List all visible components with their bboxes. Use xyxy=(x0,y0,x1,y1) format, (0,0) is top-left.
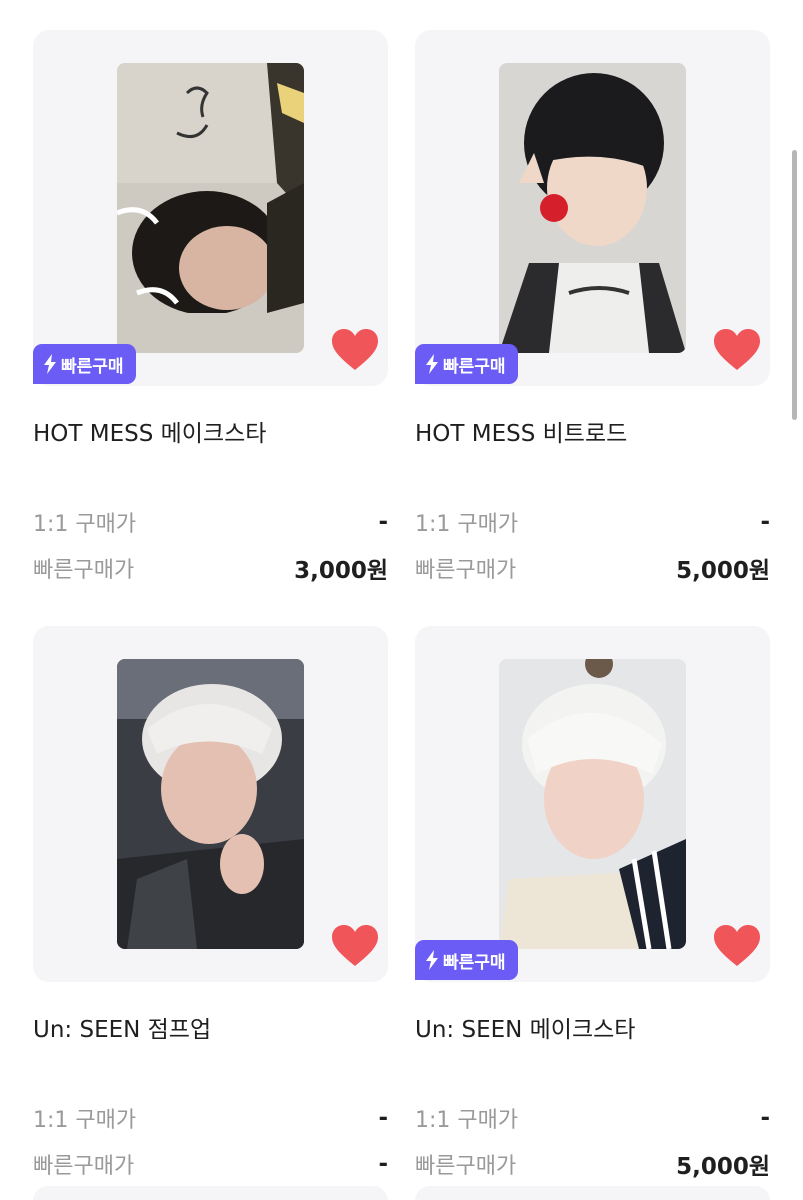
price-1to1-label: 1:1 구매가 xyxy=(415,512,519,537)
product-card-partial[interactable] xyxy=(33,1186,388,1200)
price-row-1to1: 1:1 구매가 - xyxy=(415,1104,770,1133)
lightning-icon xyxy=(426,950,438,970)
heart-icon[interactable] xyxy=(714,925,760,967)
price-1to1-value: - xyxy=(378,1105,388,1131)
price-1to1-value: - xyxy=(760,1105,770,1131)
price-row-1to1: 1:1 구매가 - xyxy=(33,1104,388,1133)
lightning-icon xyxy=(426,354,438,374)
heart-icon[interactable] xyxy=(332,329,378,371)
price-1to1-label: 1:1 구매가 xyxy=(415,1108,519,1133)
product-card-partial[interactable] xyxy=(415,1186,770,1200)
product-photo[interactable] xyxy=(117,659,304,949)
product-photo[interactable] xyxy=(117,63,304,353)
heart-icon[interactable] xyxy=(714,329,760,371)
quick-buy-badge-label: 빠른구매 xyxy=(443,356,506,377)
price-1to1-label: 1:1 구매가 xyxy=(33,1108,137,1133)
product-thumbnail[interactable] xyxy=(33,626,388,982)
product-title[interactable]: HOT MESS 메이크스타 xyxy=(33,420,388,448)
product-card[interactable]: Un: SEEN 점프업 1:1 구매가 - 빠른구매가 - xyxy=(33,626,388,1179)
price-row-quick: 빠른구매가 5,000원 xyxy=(415,554,770,584)
lightning-icon xyxy=(44,354,56,374)
product-photo[interactable] xyxy=(499,63,686,353)
product-grid-page: 빠른구매 HOT MESS 메이크스타 1:1 구매가 - 빠른구매가 3,00… xyxy=(0,0,803,1200)
price-quick-value: 5,000원 xyxy=(676,558,770,584)
price-quick-value: - xyxy=(378,1151,388,1177)
product-grid: 빠른구매 HOT MESS 메이크스타 1:1 구매가 - 빠른구매가 3,00… xyxy=(33,30,771,1180)
product-thumbnail[interactable]: 빠른구매 xyxy=(415,626,770,982)
price-row-quick: 빠른구매가 3,000원 xyxy=(33,554,388,584)
price-row-1to1: 1:1 구매가 - xyxy=(33,508,388,537)
price-1to1-value: - xyxy=(760,509,770,535)
quick-buy-badge: 빠른구매 xyxy=(415,940,518,980)
price-quick-label: 빠른구매가 xyxy=(415,1154,517,1179)
product-thumbnail[interactable]: 빠른구매 xyxy=(33,30,388,386)
scrollbar[interactable] xyxy=(792,150,797,420)
price-quick-value: 3,000원 xyxy=(294,558,388,584)
quick-buy-badge: 빠른구매 xyxy=(33,344,136,384)
price-quick-label: 빠른구매가 xyxy=(415,558,517,583)
product-card[interactable]: 빠른구매 HOT MESS 비트로드 1:1 구매가 - 빠른구매가 5,000… xyxy=(415,30,770,584)
product-thumbnail[interactable]: 빠른구매 xyxy=(415,30,770,386)
product-title[interactable]: HOT MESS 비트로드 xyxy=(415,420,770,448)
product-card[interactable]: 빠른구매 Un: SEEN 메이크스타 1:1 구매가 - 빠른구매가 5,00… xyxy=(415,626,770,1180)
price-1to1-label: 1:1 구매가 xyxy=(33,512,137,537)
quick-buy-badge-label: 빠른구매 xyxy=(443,952,506,973)
product-card[interactable]: 빠른구매 HOT MESS 메이크스타 1:1 구매가 - 빠른구매가 3,00… xyxy=(33,30,388,584)
product-photo[interactable] xyxy=(499,659,686,949)
price-row-1to1: 1:1 구매가 - xyxy=(415,508,770,537)
price-quick-value: 5,000원 xyxy=(676,1154,770,1180)
price-quick-label: 빠른구매가 xyxy=(33,1154,135,1179)
price-1to1-value: - xyxy=(378,509,388,535)
product-title[interactable]: Un: SEEN 메이크스타 xyxy=(415,1016,770,1044)
heart-icon[interactable] xyxy=(332,925,378,967)
price-row-quick: 빠른구매가 5,000원 xyxy=(415,1150,770,1180)
quick-buy-badge: 빠른구매 xyxy=(415,344,518,384)
product-title[interactable]: Un: SEEN 점프업 xyxy=(33,1016,388,1044)
quick-buy-badge-label: 빠른구매 xyxy=(61,356,124,377)
price-quick-label: 빠른구매가 xyxy=(33,558,135,583)
price-row-quick: 빠른구매가 - xyxy=(33,1150,388,1179)
